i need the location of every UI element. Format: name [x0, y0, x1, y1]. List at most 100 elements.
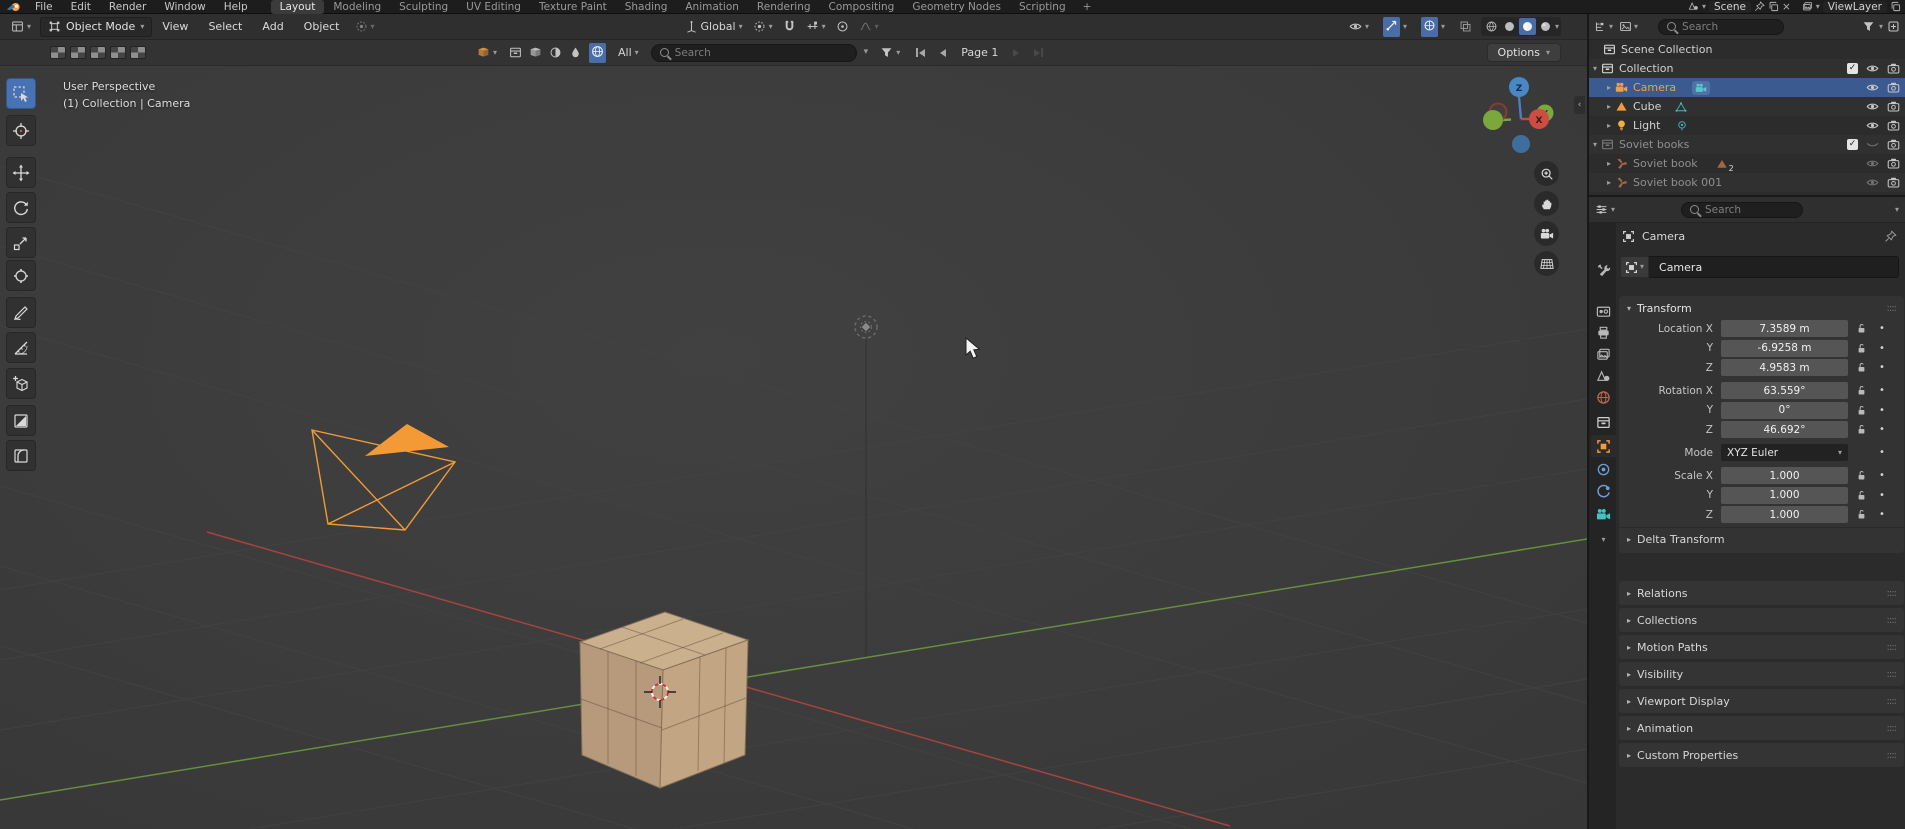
menu-add[interactable]: Add: [252, 14, 293, 40]
menu-file[interactable]: File: [26, 0, 62, 14]
expand-icon[interactable]: ▸: [1603, 102, 1615, 111]
filter-cube-icon[interactable]: [529, 46, 542, 59]
select-mode-icon[interactable]: [110, 46, 126, 59]
pin-icon[interactable]: [1754, 1, 1765, 12]
drag-handle-icon[interactable]: ::::: [1887, 303, 1898, 314]
hide-eye-toggle[interactable]: [1866, 157, 1879, 170]
animate-dot[interactable]: •: [1874, 323, 1890, 334]
tool-rotate[interactable]: [6, 192, 36, 223]
editor-type-selector[interactable]: ▾: [6, 18, 36, 35]
breadcrumb-object-name[interactable]: Camera: [1642, 230, 1685, 243]
animate-dot[interactable]: •: [1874, 509, 1890, 520]
workspace-tab-shading[interactable]: Shading: [616, 0, 677, 14]
new-scene-icon[interactable]: [1768, 1, 1779, 12]
workspace-tab-rendering[interactable]: Rendering: [748, 0, 820, 14]
render-camera-toggle[interactable]: [1887, 100, 1900, 113]
shading-wireframe-button[interactable]: [1483, 18, 1500, 35]
sidebar-collapse-arrow[interactable]: ‹: [1574, 96, 1585, 114]
scale-z-field[interactable]: 1.000: [1721, 506, 1848, 523]
chevron-down-icon[interactable]: ▾: [1555, 22, 1559, 31]
expand-icon[interactable]: ▾: [1589, 64, 1601, 73]
category-dropdown[interactable]: All ▾: [613, 44, 644, 61]
proportional-editing-toggle[interactable]: [831, 18, 854, 35]
animate-dot[interactable]: •: [1874, 343, 1890, 354]
add-workspace-button[interactable]: +: [1075, 1, 1100, 13]
menu-edit[interactable]: Edit: [62, 0, 100, 14]
light-object[interactable]: [854, 315, 878, 656]
pin-icon[interactable]: [1884, 230, 1897, 243]
filter-drop-icon[interactable]: [569, 46, 582, 59]
mesh-data-icon[interactable]: [1716, 158, 1728, 170]
outliner-row-soviet-books[interactable]: ▾ Soviet books ✓: [1589, 135, 1905, 154]
tab-object[interactable]: [1591, 435, 1616, 457]
new-viewlayer-icon[interactable]: [1890, 1, 1901, 12]
menu-render[interactable]: Render: [100, 0, 155, 14]
asset-search[interactable]: [650, 43, 857, 62]
filter-dropdown[interactable]: ▾: [875, 44, 905, 61]
mesh-data-icon[interactable]: [1675, 101, 1687, 113]
hide-eye-toggle[interactable]: [1866, 176, 1879, 189]
render-camera-toggle[interactable]: [1887, 157, 1900, 170]
workspace-tab-texture-paint[interactable]: Texture Paint: [530, 0, 616, 14]
new-collection-icon[interactable]: [1887, 20, 1900, 33]
tool-scale[interactable]: [6, 227, 36, 258]
drag-handle-icon[interactable]: ::::: [1887, 723, 1898, 734]
chevron-down-icon[interactable]: ▾: [1702, 2, 1706, 11]
animate-dot[interactable]: •: [1874, 362, 1890, 373]
drag-handle-icon[interactable]: ::::: [1887, 615, 1898, 626]
search-input[interactable]: [674, 46, 848, 59]
render-camera-toggle[interactable]: [1887, 119, 1900, 132]
tab-render[interactable]: [1591, 300, 1616, 322]
camera-view-button[interactable]: [1534, 221, 1559, 246]
outliner-row-collection[interactable]: ▾ Collection ✓: [1589, 59, 1905, 78]
tab-world[interactable]: [1591, 386, 1616, 408]
drag-handle-icon[interactable]: ::::: [1887, 642, 1898, 653]
lock-icon[interactable]: [1848, 405, 1874, 416]
object-name-field[interactable]: Camera: [1649, 256, 1899, 278]
chevron-down-icon[interactable]: ▾: [1895, 205, 1899, 214]
outliner-row-cube[interactable]: ▸ Cube: [1589, 97, 1905, 116]
camera-object[interactable]: [311, 424, 457, 531]
animate-dot[interactable]: •: [1874, 405, 1890, 416]
chevron-down-icon[interactable]: ▾: [864, 48, 869, 57]
visibility-panel-header[interactable]: ▸ Visibility ::::: [1619, 662, 1904, 686]
lock-icon[interactable]: [1848, 323, 1874, 334]
object-type-dropdown[interactable]: ▾: [1620, 256, 1650, 278]
outliner-filter-type-icon[interactable]: [1619, 20, 1632, 33]
outliner-row-light[interactable]: ▸ Light: [1589, 116, 1905, 135]
tab-strip-overflow-icon[interactable]: ▾: [1591, 529, 1616, 551]
animate-dot[interactable]: •: [1874, 385, 1890, 396]
drag-handle-icon[interactable]: ::::: [1887, 696, 1898, 707]
viewport-3d[interactable]: User Perspective (1) Collection | Camera: [0, 66, 1587, 829]
select-mode-icon[interactable]: [90, 46, 106, 59]
delete-scene-icon[interactable]: ×: [1782, 1, 1791, 13]
expand-icon[interactable]: ▾: [1589, 140, 1601, 149]
menu-object[interactable]: Object: [294, 14, 350, 40]
chevron-down-icon[interactable]: ▾: [1609, 22, 1613, 31]
properties-search-input[interactable]: [1705, 203, 1795, 216]
properties-search[interactable]: [1681, 201, 1804, 218]
animate-dot[interactable]: •: [1874, 424, 1890, 435]
tab-constraints[interactable]: [1591, 458, 1616, 480]
navigation-gizmo[interactable]: Y X Z: [1459, 67, 1569, 167]
transform-panel-header[interactable]: ▾ Transform ::::: [1619, 296, 1904, 320]
drag-handle-icon[interactable]: ::::: [1887, 750, 1898, 761]
lock-icon[interactable]: [1848, 470, 1874, 481]
expand-icon[interactable]: ▸: [1603, 178, 1615, 187]
pan-view-button[interactable]: [1534, 191, 1559, 216]
overlays-toggle[interactable]: ▾: [1416, 15, 1450, 39]
lock-icon[interactable]: [1848, 343, 1874, 354]
tool-addon-2[interactable]: [6, 440, 36, 471]
workspace-tab-scripting[interactable]: Scripting: [1010, 0, 1075, 14]
select-mode-icon[interactable]: [130, 46, 146, 59]
chevron-down-icon[interactable]: ▾: [1879, 22, 1883, 31]
tab-physics[interactable]: [1591, 480, 1616, 502]
menu-select[interactable]: Select: [198, 14, 252, 40]
tool-move[interactable]: [6, 157, 36, 188]
lock-icon[interactable]: [1848, 424, 1874, 435]
render-camera-toggle[interactable]: [1887, 138, 1900, 151]
ortho-toggle-button[interactable]: [1534, 251, 1559, 276]
chevron-down-icon[interactable]: ▾: [1634, 22, 1638, 31]
workspace-tab-geometry-nodes[interactable]: Geometry Nodes: [903, 0, 1010, 14]
location-y-field[interactable]: -6.9258 m: [1721, 339, 1848, 357]
